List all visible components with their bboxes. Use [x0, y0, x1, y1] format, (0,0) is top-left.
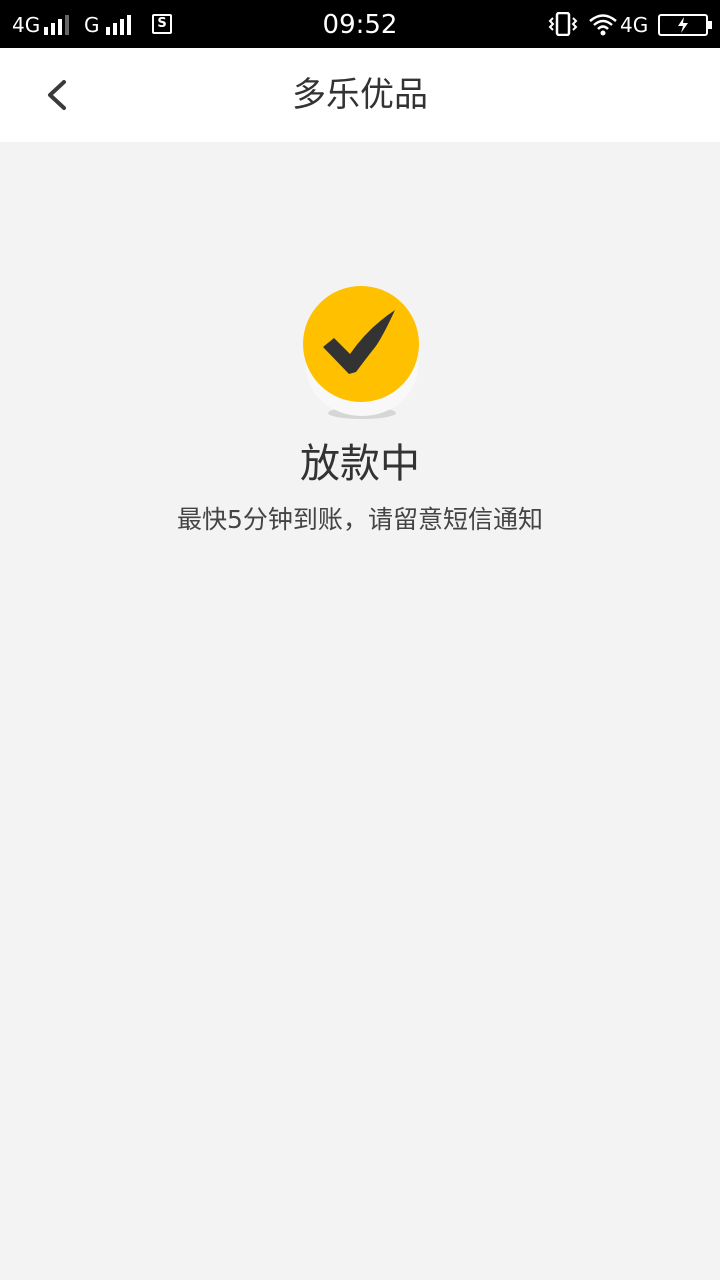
status-heading: 放款中: [300, 441, 420, 487]
vibrate-icon: [548, 12, 578, 36]
wifi-icon: [589, 14, 617, 36]
back-button[interactable]: [30, 68, 84, 122]
navigation-bar: 多乐优品: [0, 48, 720, 142]
chevron-left-icon: [48, 80, 66, 110]
checkmark-success-icon: [303, 286, 419, 419]
battery-charging-icon: [658, 14, 712, 36]
network-type-label: 4G: [620, 13, 649, 37]
page-title: 多乐优品: [292, 75, 428, 115]
status-bar: 4G G S 09:52 4G: [0, 0, 720, 48]
status-description: 最快5分钟到账，请留意短信通知: [177, 505, 543, 534]
